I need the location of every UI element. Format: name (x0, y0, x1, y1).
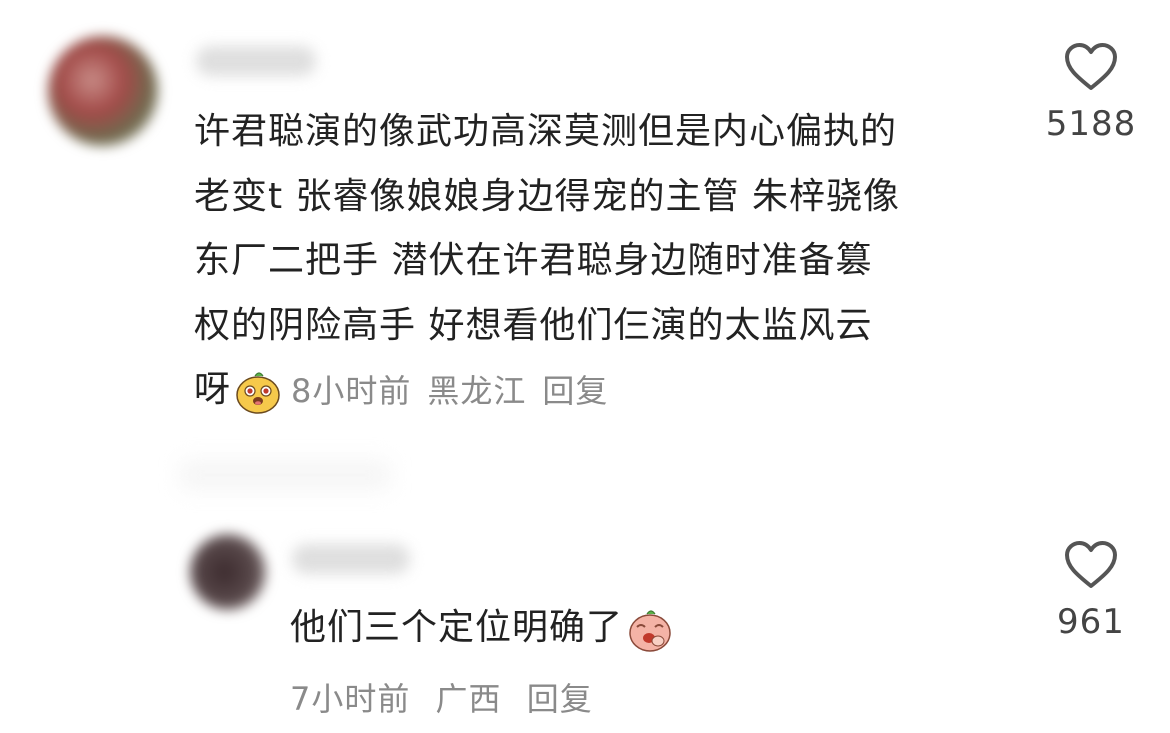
comment-thread: 许君聪演的像武功高深莫测但是内心偏执的 老变t 张睿像娘娘身边得宠的主管 朱梓骁… (0, 0, 1170, 733)
reply-reply-button[interactable]: 回复 (527, 680, 593, 718)
comment-reply-button[interactable]: 回复 (542, 359, 608, 424)
heart-icon[interactable] (1064, 42, 1118, 92)
heart-icon[interactable] (1064, 540, 1118, 590)
commenter-name-blurred[interactable] (196, 46, 316, 76)
reply-body: 他们三个定位明确了 (290, 598, 683, 658)
reply-like-count: 961 (1057, 602, 1125, 642)
reply-like-button[interactable]: 961 (1031, 540, 1151, 642)
comment-time: 8小时前 (291, 371, 412, 410)
cute-face-emoji-icon (236, 372, 280, 414)
comment-location: 黑龙江 (427, 371, 527, 410)
reply-location: 广西 (435, 680, 502, 718)
comment-line: 许君聪演的像武功高深莫测但是内心偏执的 (194, 111, 898, 152)
commenter-avatar[interactable] (48, 36, 158, 146)
comment-line: 老变t 张睿像娘娘身边得宠的主管 朱梓骁像 (194, 175, 901, 217)
comment-line-end: 呀 (194, 369, 232, 410)
reply-meta: 7小时前 广西 回复 (290, 674, 607, 720)
comment-meta: 8小时前 黑龙江 回复 (291, 359, 624, 424)
replier-avatar[interactable] (190, 534, 266, 610)
faint-divider (180, 460, 390, 490)
comment-last-line: 呀 8小时前 黑龙江 回复 (194, 358, 1024, 423)
reply-text: 他们三个定位明确了 (290, 607, 624, 648)
comment-like-count: 5188 (1045, 104, 1137, 144)
comment-line: 东厂二把手 潜伏在许君聪身边随时准备篡 (194, 240, 873, 281)
replier-name-blurred[interactable] (292, 544, 410, 574)
comment-body: 许君聪演的像武功高深莫测但是内心偏执的 老变t 张睿像娘娘身边得宠的主管 朱梓骁… (194, 100, 1024, 423)
reply-time: 7小时前 (290, 680, 411, 718)
comment-like-button[interactable]: 5188 (1031, 42, 1151, 144)
comment-line: 权的阴险高手 好想看他们仨演的太监风云 (194, 304, 873, 346)
laughing-peach-emoji-icon (629, 610, 671, 652)
